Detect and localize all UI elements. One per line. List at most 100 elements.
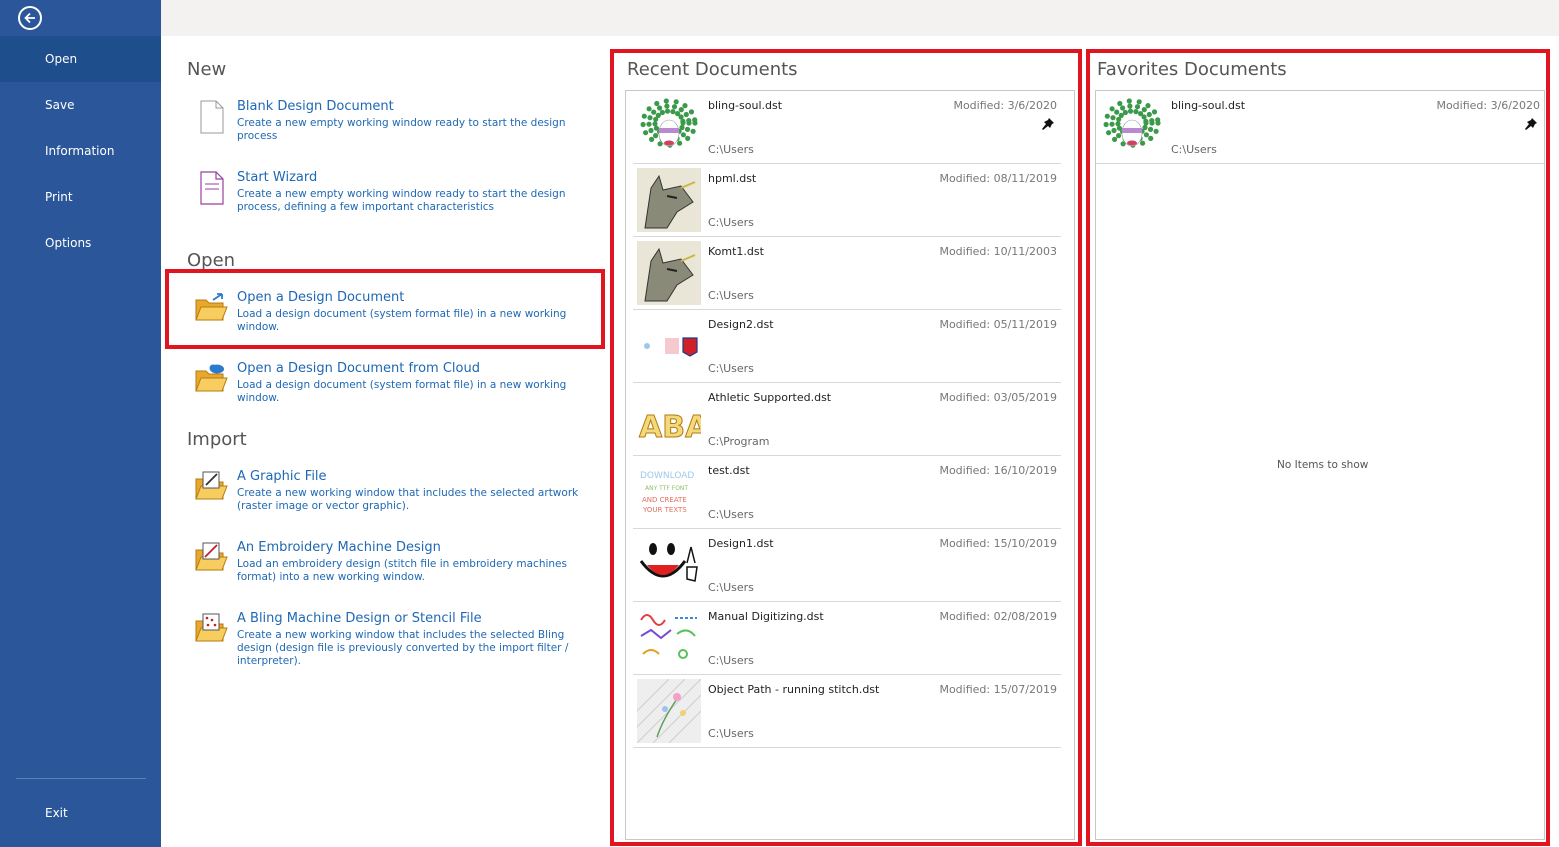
nav-information[interactable]: Information [0,128,161,174]
document-row[interactable]: DOWNLOAD ANY TTF FONT AND CREATE YOUR TEXTS… [633,456,1061,529]
section-title-import: Import [187,429,247,450]
document-thumbnail [1100,95,1164,159]
document-name: Komt1.dst [708,245,764,258]
document-row[interactable]: hpml.dst Modified: 08/11/2019 C:\Users [633,164,1061,237]
document-thumbnail: ABA [637,387,701,451]
document-path: C:\Users [708,727,754,740]
document-row[interactable]: bling-soul.dst Modified: 3/6/2020 C:\Users [633,91,1061,164]
action-title: Open a Design Document [237,290,405,305]
import-bling-design-action[interactable]: A Bling Machine Design or Stencil File C… [193,611,593,667]
cloud-folder-icon [195,364,228,392]
document-path: C:\Program [708,435,770,448]
document-name: test.dst [708,464,750,477]
back-arrow-icon [24,12,35,24]
svg-text:YOUR TEXTS: YOUR TEXTS [642,506,687,514]
document-row[interactable]: bling-soul.dst Modified: 3/6/2020 C:\Users [1096,91,1544,164]
document-path: C:\Users [708,216,754,229]
document-name: bling-soul.dst [1171,99,1246,112]
nav-exit[interactable]: Exit [0,790,161,836]
document-name: Design2.dst [708,318,774,331]
nav-divider [16,778,146,779]
document-path: C:\Users [708,289,754,302]
document-path: C:\Users [1171,143,1217,156]
document-modified-date: Modified: 3/6/2020 [1436,99,1540,112]
document-modified-date: Modified: 15/10/2019 [939,537,1057,550]
favorites-documents-title: Favorites Documents [1097,59,1287,80]
document-thumbnail: DOWNLOAD ANY TTF FONT AND CREATE YOUR TEXTS [637,460,701,524]
document-row[interactable]: ABA Athletic Supported.dst Modified: 03/05… [633,383,1061,456]
action-title: A Bling Machine Design or Stencil File [237,611,482,626]
action-description: Create a new working window that include… [237,487,579,512]
pin-icon[interactable] [1524,117,1538,135]
document-modified-date: Modified: 02/08/2019 [939,610,1057,623]
action-description: Create a new empty working window ready … [237,117,566,142]
document-name: Design1.dst [708,537,774,550]
document-modified-date: Modified: 15/07/2019 [939,683,1057,696]
sidebar: Open Save Information Print Options Exit [0,0,161,847]
back-button[interactable] [18,6,42,30]
document-modified-date: Modified: 05/11/2019 [939,318,1057,331]
blank-document-icon [200,100,224,134]
document-path: C:\Users [708,143,754,156]
action-description: Load a design document (system format fi… [237,379,567,404]
open-design-document-action[interactable]: Open a Design Document Load a design doc… [193,290,593,333]
empty-state-message: No Items to show [1277,459,1369,471]
document-thumbnail [637,168,701,232]
document-row[interactable]: Manual Digitizing.dst Modified: 02/08/201… [633,602,1061,675]
start-wizard-action[interactable]: Start Wizard Create a new empty working … [193,170,593,218]
embroidery-import-icon [195,542,228,571]
recent-documents-title: Recent Documents [627,59,798,80]
document-path: C:\Users [708,581,754,594]
document-name: bling-soul.dst [708,99,783,112]
svg-text:ANY TTF FONT: ANY TTF FONT [645,485,688,492]
svg-text:AND CREATE: AND CREATE [642,496,687,504]
section-title-new: New [187,59,227,80]
nav-print[interactable]: Print [0,174,161,220]
import-graphic-file-action[interactable]: A Graphic File Create a new working wind… [193,469,593,517]
document-path: C:\Users [708,654,754,667]
svg-text:ABA: ABA [639,410,701,445]
blank-design-document-action[interactable]: Blank Design Document Create a new empty… [193,99,593,142]
action-title: Blank Design Document [237,99,394,114]
document-thumbnail [637,95,701,159]
action-title: Open a Design Document from Cloud [237,361,480,376]
document-thumbnail [637,533,701,597]
open-design-from-cloud-action[interactable]: Open a Design Document from Cloud Load a… [193,361,593,404]
document-row[interactable]: Design1.dst Modified: 15/10/2019 C:\Users [633,529,1061,602]
nav-save[interactable]: Save [0,82,161,128]
document-name: Object Path - running stitch.dst [708,683,880,696]
wizard-document-icon [200,171,224,205]
action-description: Load a design document (system format fi… [237,308,567,333]
svg-text:DOWNLOAD: DOWNLOAD [640,471,694,481]
import-embroidery-design-action[interactable]: An Embroidery Machine Design Load an emb… [193,540,593,588]
graphic-import-icon [195,471,228,500]
action-title: Start Wizard [237,170,318,185]
document-thumbnail [637,241,701,305]
document-modified-date: Modified: 08/11/2019 [939,172,1057,185]
document-path: C:\Users [708,508,754,521]
document-row[interactable]: Komt1.dst Modified: 10/11/2003 C:\Users [633,237,1061,310]
document-name: hpml.dst [708,172,757,185]
document-modified-date: Modified: 10/11/2003 [939,245,1057,258]
bling-import-icon [195,613,228,642]
nav-open[interactable]: Open [0,36,161,82]
document-name: Manual Digitizing.dst [708,610,824,623]
pin-icon[interactable] [1041,117,1055,135]
document-modified-date: Modified: 03/05/2019 [939,391,1057,404]
document-thumbnail [637,314,701,378]
document-thumbnail [637,606,701,670]
section-title-open: Open [187,250,236,271]
action-title: An Embroidery Machine Design [237,540,441,555]
action-description: Create a new empty working window ready … [237,188,566,213]
document-modified-date: Modified: 16/10/2019 [939,464,1057,477]
document-row[interactable]: Design2.dst Modified: 05/11/2019 C:\Users [633,310,1061,383]
action-description: Create a new working window that include… [237,629,569,667]
top-bar [161,0,1559,36]
document-thumbnail [637,679,701,743]
action-title: A Graphic File [237,469,327,484]
open-folder-icon [195,293,228,321]
nav-options[interactable]: Options [0,220,161,266]
document-modified-date: Modified: 3/6/2020 [953,99,1057,112]
document-path: C:\Users [708,362,754,375]
document-row[interactable]: Object Path - running stitch.dst Modified… [633,675,1061,748]
